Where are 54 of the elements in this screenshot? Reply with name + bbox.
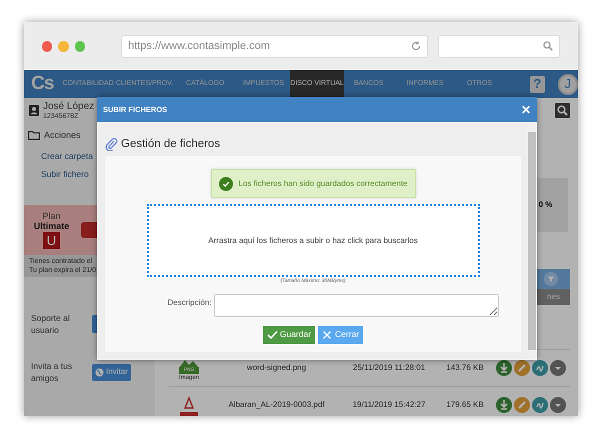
section-heading: Gestión de ficheros — [121, 137, 220, 152]
file-date: 19/11/2019 15:42:27 — [352, 399, 426, 411]
file-date: 25/11/2019 11:28:01 — [352, 362, 426, 374]
edit-button[interactable] — [514, 397, 530, 413]
avatar[interactable]: J — [558, 74, 578, 94]
logo[interactable]: Cs — [24, 70, 61, 98]
column-header: nes — [547, 291, 560, 303]
window-control-icon[interactable] — [42, 40, 52, 52]
search-field[interactable] — [438, 34, 560, 58]
globe-icon — [95, 368, 104, 376]
more-button[interactable] — [550, 360, 566, 376]
filter-button[interactable] — [544, 272, 558, 286]
support-label: Soporte al usuario — [31, 312, 71, 336]
window-control-icon[interactable] — [58, 40, 69, 52]
sign-button[interactable] — [532, 397, 548, 413]
user-name: José López — [43, 102, 94, 112]
paperclip-icon — [105, 138, 118, 152]
file-size: 143.76 KB — [445, 362, 485, 374]
contact-card-icon — [29, 105, 39, 116]
description-label: Descripción: — [167, 296, 212, 309]
plan-badge: U — [43, 232, 60, 249]
more-button[interactable] — [550, 397, 566, 413]
close-button[interactable]: ✕ — [521, 104, 531, 116]
edit-button[interactable] — [514, 360, 530, 376]
search-icon — [543, 41, 554, 51]
reload-icon[interactable] — [410, 41, 421, 51]
search-icon[interactable] — [555, 103, 570, 118]
x-icon — [322, 330, 334, 340]
scrollbar[interactable] — [527, 122, 537, 360]
invite-button[interactable]: Invitar — [92, 364, 131, 380]
pdf-file-icon — [180, 396, 198, 416]
alert-message: Los ficheros han sido guardados correctamente — [238, 178, 408, 190]
help-button[interactable]: ? — [530, 76, 545, 92]
check-icon — [266, 330, 278, 340]
sign-button[interactable] — [532, 360, 548, 376]
close-button[interactable]: Cerrar — [318, 326, 364, 344]
plan-name: Ultimate — [34, 221, 70, 231]
window-control-icon[interactable] — [74, 40, 86, 52]
invite-label: Invita a tus amigos — [31, 360, 74, 384]
folder-icon — [28, 131, 40, 140]
download-button[interactable] — [496, 360, 512, 376]
address-bar[interactable]: https://www.contasimple.com — [121, 34, 428, 58]
file-name: Albaran_AL-2019-0003.pdf — [227, 399, 326, 411]
save-button[interactable]: Guardar — [262, 326, 316, 344]
plan-label: Plan — [42, 211, 60, 221]
file-name: word-signed.png — [246, 362, 308, 374]
file-size: 179.65 KB — [445, 399, 485, 411]
section-title: Acciones — [44, 129, 81, 142]
drop-zone[interactable]: Arrastra aquí los ficheros a subir o haz click para buscarlos — [146, 204, 480, 278]
drop-zone-text: Arrastra aquí los ficheros a subir o haz click para buscarlos — [208, 234, 418, 247]
download-button[interactable] — [496, 397, 512, 413]
url-text: https://www.contasimple.com — [128, 38, 270, 54]
check-circle-icon — [218, 176, 232, 191]
description-field[interactable] — [214, 294, 498, 317]
